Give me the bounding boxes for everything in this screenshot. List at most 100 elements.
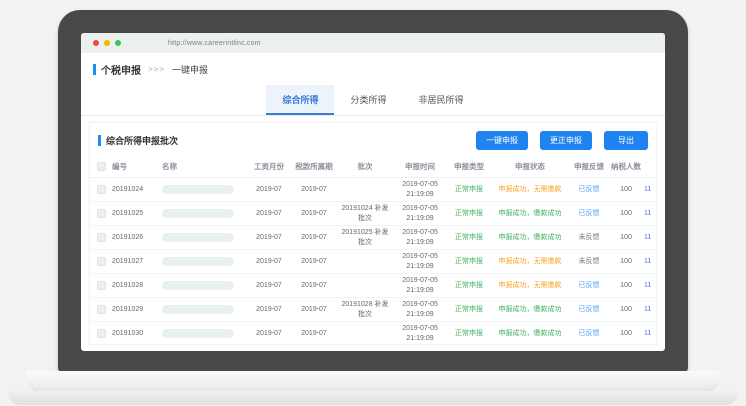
- cell-feedback-link[interactable]: 已反馈: [570, 281, 608, 290]
- cell-salary-month: 2019-07: [248, 257, 290, 266]
- cell-taxpayer-count: 100: [608, 233, 644, 242]
- col-header-declare-time: 申报时间: [392, 162, 448, 172]
- table-header-row: 编号 名称 工资月份 税款所属期 批次 申报时间 申报类型 申报状态 申报反馈 …: [90, 156, 656, 178]
- cell-batch-id: 20191027: [112, 257, 162, 266]
- declaration-batch-table: 编号 名称 工资月份 税款所属期 批次 申报时间 申报类型 申报状态 申报反馈 …: [90, 156, 656, 345]
- cell-feedback-link[interactable]: 已反馈: [570, 209, 608, 218]
- panel-header: 综合所得申报批次 一键申报 更正申报 导出: [90, 123, 656, 156]
- laptop-mockup-scene: http://www.careerintlinc.com 个税申报 >>> 一键…: [0, 0, 746, 406]
- name-placeholder: [162, 209, 234, 218]
- cell-salary-month: 2019-07: [248, 281, 290, 290]
- col-header-feedback: 申报反馈: [570, 162, 608, 172]
- cell-clipped-value: 11: [644, 281, 656, 290]
- breadcrumb-current: 一键申报: [172, 63, 208, 76]
- row-checkbox[interactable]: [97, 305, 106, 314]
- name-placeholder: [162, 329, 234, 338]
- cell-taxpayer-count: 100: [608, 185, 644, 194]
- cell-taxpayer-count: 100: [608, 257, 644, 266]
- name-placeholder: [162, 185, 234, 194]
- cell-declare-time: 2019-07-05 21:19:09: [392, 324, 448, 342]
- col-header-status: 申报状态: [490, 162, 570, 172]
- row-checkbox[interactable]: [97, 329, 106, 338]
- cell-salary-month: 2019-07: [248, 305, 290, 314]
- cell-declare-time: 2019-07-05 21:19:09: [392, 204, 448, 222]
- cell-status: 申报成功，无需缴款: [490, 185, 570, 194]
- cell-feedback-link[interactable]: 已反馈: [570, 329, 608, 338]
- tab-classified-income[interactable]: 分类所得: [334, 85, 402, 115]
- correction-declare-button[interactable]: 更正申报: [540, 131, 592, 150]
- cell-batch: 20191028 补发批次: [338, 300, 392, 318]
- address-bar[interactable]: http://www.careerintlinc.com: [168, 40, 261, 47]
- cell-status: 申报成功，缴款成功: [490, 329, 570, 338]
- browser-bar: http://www.careerintlinc.com: [81, 33, 665, 53]
- col-header-batch: 批次: [338, 162, 392, 172]
- cell-salary-month: 2019-07: [248, 329, 290, 338]
- cell-taxpayer-count: 100: [608, 209, 644, 218]
- tab-nonresident-income[interactable]: 非居民所得: [403, 85, 480, 115]
- cell-salary-month: 2019-07: [248, 233, 290, 242]
- cell-tax-period: 2019-07: [290, 305, 338, 314]
- cell-declare-type: 正常申报: [448, 257, 490, 266]
- cell-batch-id: 20191025: [112, 209, 162, 218]
- cell-tax-period: 2019-07: [290, 281, 338, 290]
- cell-declare-time: 2019-07-05 21:19:09: [392, 180, 448, 198]
- cell-tax-period: 2019-07: [290, 329, 338, 338]
- close-traffic-light-icon[interactable]: [93, 40, 99, 46]
- name-placeholder: [162, 281, 234, 290]
- breadcrumb: 个税申报 >>> 一键申报: [81, 53, 665, 83]
- select-all-checkbox[interactable]: [97, 162, 106, 171]
- cell-declare-type: 正常申报: [448, 305, 490, 314]
- cell-clipped-value: 11: [644, 305, 656, 314]
- cell-tax-period: 2019-07: [290, 209, 338, 218]
- cell-status: 申报成功，缴款成功: [490, 233, 570, 242]
- row-checkbox[interactable]: [97, 233, 106, 242]
- cell-clipped-value: 11: [644, 329, 656, 338]
- cell-feedback-link: 未反馈: [570, 257, 608, 266]
- table-row: 20191024 2019-07 2019-07 2019-07-05 21:1…: [90, 178, 656, 202]
- section-accent-bar: [93, 64, 96, 75]
- cell-status: 申报成功，缴款成功: [490, 305, 570, 314]
- cell-declare-type: 正常申报: [448, 233, 490, 242]
- cell-feedback-link[interactable]: 已反馈: [570, 305, 608, 314]
- laptop-base-edge: [8, 391, 738, 405]
- breadcrumb-separator: >>>: [148, 65, 165, 74]
- col-header-salary-month: 工资月份: [248, 162, 290, 172]
- cell-batch-id: 20191026: [112, 233, 162, 242]
- laptop-base: [26, 371, 720, 393]
- cell-tax-period: 2019-07: [290, 185, 338, 194]
- cell-salary-month: 2019-07: [248, 185, 290, 194]
- cell-feedback-link[interactable]: 已反馈: [570, 185, 608, 194]
- cell-status: 申报成功，无需缴款: [490, 281, 570, 290]
- cell-clipped-value: 11: [644, 209, 656, 218]
- cell-status: 申报成功，无需缴款: [490, 257, 570, 266]
- col-header-tax-period: 税款所属期: [290, 162, 338, 172]
- col-header-declare-type: 申报类型: [448, 162, 490, 172]
- minimize-traffic-light-icon[interactable]: [104, 40, 110, 46]
- cell-feedback-link: 未反馈: [570, 233, 608, 242]
- export-button[interactable]: 导出: [604, 131, 648, 150]
- cell-declare-time: 2019-07-05 21:19:09: [392, 252, 448, 270]
- cell-declare-type: 正常申报: [448, 281, 490, 290]
- cell-batch: 20191025 补发批次: [338, 228, 392, 246]
- maximize-traffic-light-icon[interactable]: [115, 40, 121, 46]
- cell-batch-id: 20191030: [112, 329, 162, 338]
- cell-clipped-value: 11: [644, 257, 656, 266]
- panel-actions: 一键申报 更正申报 导出: [476, 131, 648, 150]
- row-checkbox[interactable]: [97, 257, 106, 266]
- cell-batch-id: 20191029: [112, 305, 162, 314]
- row-checkbox[interactable]: [97, 209, 106, 218]
- one-click-declare-button[interactable]: 一键申报: [476, 131, 528, 150]
- cell-taxpayer-count: 100: [608, 305, 644, 314]
- tab-comprehensive-income[interactable]: 综合所得: [266, 85, 334, 115]
- name-placeholder: [162, 233, 234, 242]
- panel-accent-bar: [98, 135, 101, 146]
- laptop-frame: http://www.careerintlinc.com 个税申报 >>> 一键…: [58, 10, 688, 372]
- cell-batch-id: 20191024: [112, 185, 162, 194]
- table-row: 20191030 2019-07 2019-07 2019-07-05 21:1…: [90, 322, 656, 345]
- row-checkbox[interactable]: [97, 281, 106, 290]
- cell-clipped-value: 11: [644, 185, 656, 194]
- row-checkbox[interactable]: [97, 185, 106, 194]
- cell-batch-id: 20191028: [112, 281, 162, 290]
- breadcrumb-section: 个税申报: [101, 62, 141, 77]
- cell-clipped-value: 11: [644, 233, 656, 242]
